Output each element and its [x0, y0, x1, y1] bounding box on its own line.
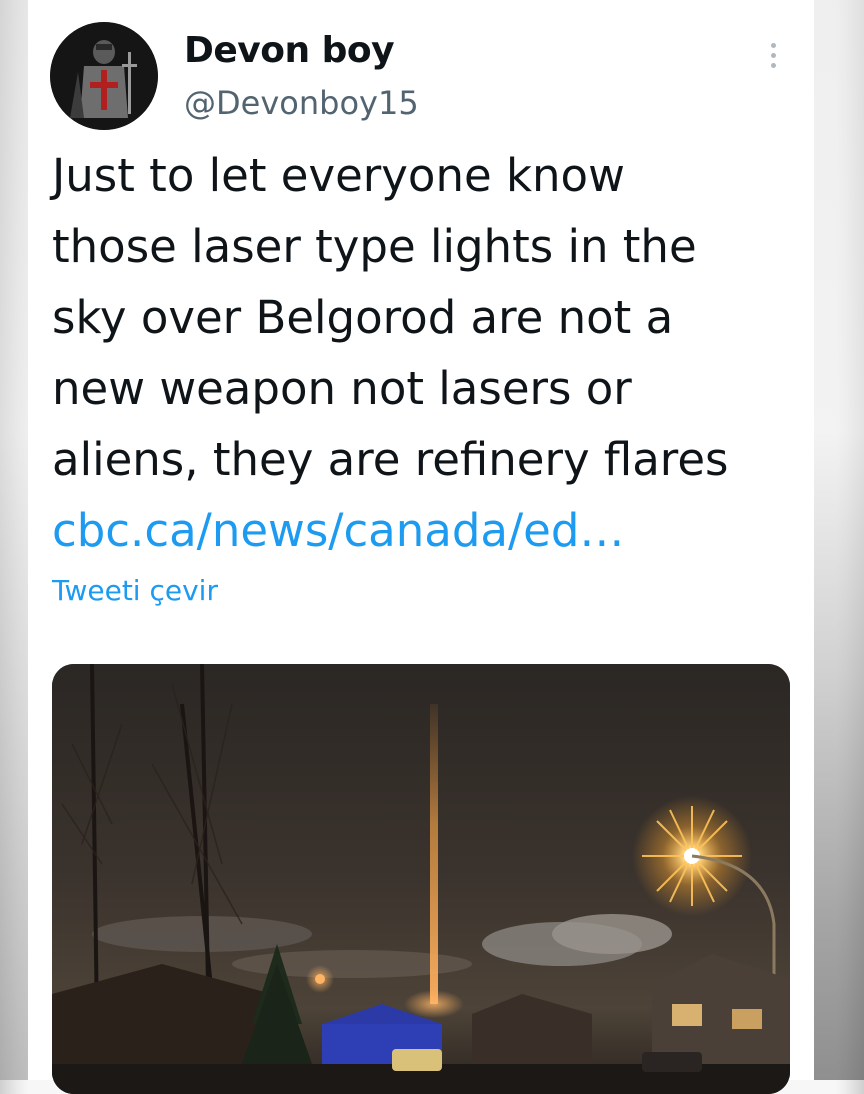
- avatar[interactable]: [50, 22, 158, 130]
- more-vertical-icon-dot: [770, 52, 776, 58]
- tweet-text-line: Just to let everyone know: [52, 149, 625, 202]
- tweet-media-photo[interactable]: [52, 664, 790, 1094]
- tweet-text: Just to let everyone know those laser ty…: [52, 140, 802, 566]
- more-options-button[interactable]: [758, 38, 788, 72]
- author-display-name[interactable]: Devon boy: [184, 30, 395, 71]
- tweet-link[interactable]: cbc.ca/news/canada/ed…: [52, 495, 802, 566]
- background-shade-right: [814, 0, 864, 1080]
- translate-tweet-link[interactable]: Tweeti çevir: [52, 574, 218, 607]
- author-handle[interactable]: @Devonboy15: [184, 84, 419, 122]
- background-shade-left: [0, 0, 28, 1080]
- more-vertical-icon-dot: [770, 62, 776, 68]
- tweet-text-line: aliens, they are refinery flares: [52, 433, 729, 486]
- tweet-text-line: sky over Belgorod are not a: [52, 291, 674, 344]
- more-vertical-icon: [770, 42, 776, 48]
- tweet-text-line: new weapon not lasers or: [52, 362, 632, 415]
- knight-avatar-icon: [50, 22, 158, 130]
- night-sky-light-pillar-photo: [52, 664, 790, 1094]
- tweet-text-line: those laser type lights in the: [52, 220, 697, 273]
- tweet-card: Devon boy @Devonboy15 Just to let everyo…: [28, 0, 814, 1094]
